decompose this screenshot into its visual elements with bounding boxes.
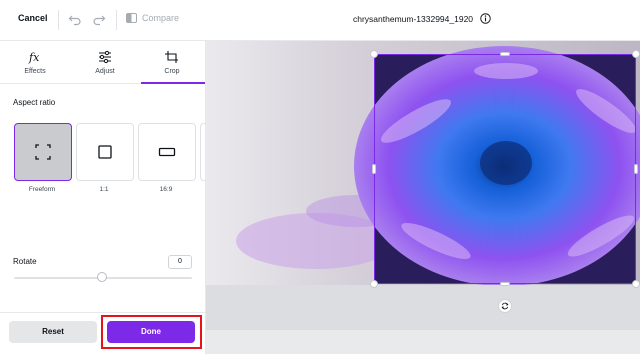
crop-handle-bottom-right[interactable] bbox=[632, 280, 640, 288]
tab-label: Effects bbox=[24, 68, 46, 75]
redo-icon[interactable] bbox=[92, 12, 106, 26]
info-icon[interactable] bbox=[480, 13, 491, 24]
rotate-slider-handle[interactable] bbox=[97, 272, 107, 282]
ratio-label: 1:1 bbox=[99, 186, 109, 193]
ratio-16-9[interactable] bbox=[138, 123, 196, 181]
cancel-button[interactable]: Cancel bbox=[18, 13, 48, 23]
canvas-margin bbox=[206, 285, 640, 330]
crop-frame[interactable] bbox=[374, 54, 636, 284]
rotate-value-input[interactable]: 0 bbox=[168, 255, 192, 269]
rotate-icon[interactable] bbox=[498, 299, 512, 313]
crop-handle-bottom[interactable] bbox=[500, 282, 510, 286]
divider bbox=[58, 10, 59, 30]
edit-panel: fx Effects Adjust Crop Aspect ratio Free… bbox=[0, 41, 206, 354]
fx-icon: fx bbox=[28, 51, 40, 64]
compare-button[interactable]: Compare bbox=[126, 13, 179, 23]
crop-handle-right[interactable] bbox=[634, 164, 638, 174]
ratio-1-1[interactable] bbox=[76, 123, 134, 181]
aspect-ratio-title: Aspect ratio bbox=[13, 98, 56, 107]
active-tab-indicator bbox=[141, 82, 205, 84]
divider bbox=[116, 10, 117, 30]
crop-handle-left[interactable] bbox=[372, 164, 376, 174]
square-icon bbox=[98, 145, 112, 159]
ratio-freeform[interactable] bbox=[14, 123, 72, 181]
highlight-box bbox=[101, 315, 202, 349]
crop-handle-top-right[interactable] bbox=[632, 50, 640, 58]
tab-adjust[interactable]: Adjust bbox=[71, 41, 139, 83]
sliders-icon bbox=[99, 50, 111, 64]
tab-label: Crop bbox=[164, 68, 180, 75]
top-bar: Cancel Compare chrysanthemum-1332994_192… bbox=[0, 0, 640, 41]
freeform-icon bbox=[35, 144, 51, 160]
tab-bar: fx Effects Adjust Crop bbox=[0, 41, 205, 84]
undo-icon[interactable] bbox=[68, 12, 82, 26]
reset-button[interactable]: Reset bbox=[9, 321, 97, 343]
ratio-label: 16:9 bbox=[159, 186, 173, 193]
tab-effects[interactable]: fx Effects bbox=[1, 41, 69, 83]
compare-icon bbox=[126, 13, 137, 23]
tab-label: Adjust bbox=[95, 68, 115, 75]
tab-crop[interactable]: Crop bbox=[138, 41, 206, 84]
canvas-area bbox=[206, 41, 640, 354]
crop-handle-top[interactable] bbox=[500, 52, 510, 56]
crop-icon bbox=[165, 51, 178, 63]
widescreen-icon bbox=[158, 147, 176, 157]
file-name: chrysanthemum-1332994_1920 bbox=[353, 14, 474, 24]
ratio-label: Freeform bbox=[28, 186, 56, 193]
rotate-label: Rotate bbox=[13, 257, 37, 266]
crop-handle-bottom-left[interactable] bbox=[370, 280, 378, 288]
svg-text:fx: fx bbox=[28, 51, 40, 64]
crop-handle-top-left[interactable] bbox=[370, 50, 378, 58]
compare-label: Compare bbox=[142, 13, 180, 23]
